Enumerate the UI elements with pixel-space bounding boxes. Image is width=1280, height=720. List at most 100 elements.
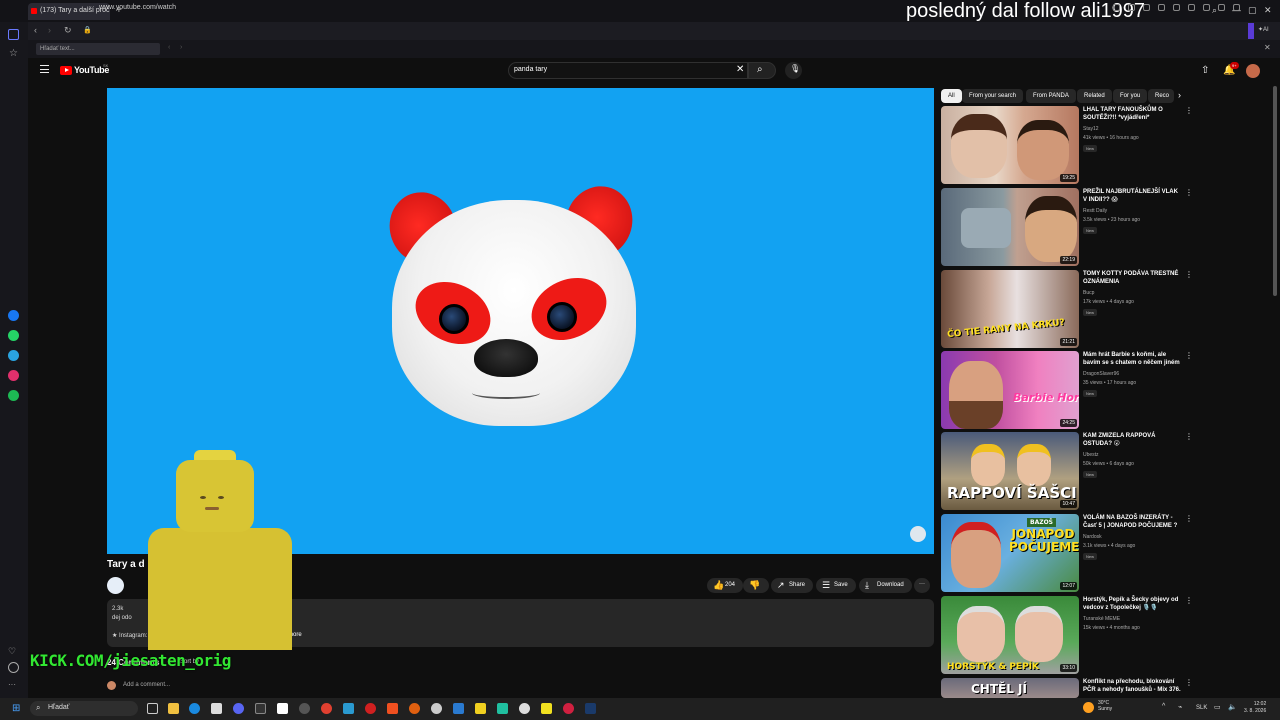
- more-options-icon[interactable]: ⋮: [1185, 514, 1193, 523]
- more-options-icon[interactable]: ⋮: [1185, 678, 1193, 687]
- add-comment-input[interactable]: Add a comment...: [123, 682, 170, 688]
- heart-icon[interactable]: [1188, 4, 1195, 11]
- more-actions-button[interactable]: ···: [914, 578, 930, 593]
- channel-name[interactable]: Bucp: [1083, 290, 1094, 296]
- dislike-button[interactable]: 👎: [743, 578, 769, 593]
- video-thumbnail[interactable]: BAZOŠ JONAPOD POČUJEME 12:07: [941, 514, 1079, 592]
- extension-icon[interactable]: [1158, 4, 1165, 11]
- home-icon[interactable]: [8, 29, 19, 40]
- download-button[interactable]: ⤓ Download: [859, 578, 912, 593]
- tray-chevron-icon[interactable]: ^: [1162, 703, 1165, 710]
- windows-start-icon[interactable]: ⊞: [12, 703, 20, 714]
- weather-widget[interactable]: 30°C Sunny: [1098, 700, 1112, 712]
- menu-icon[interactable]: [1218, 4, 1225, 11]
- maximize-icon[interactable]: ▢: [1248, 5, 1257, 16]
- video-thumbnail[interactable]: CHTĚL JÍ: [941, 678, 1079, 698]
- forward-icon[interactable]: ›: [48, 25, 51, 35]
- close-window-icon[interactable]: ✕: [1264, 5, 1272, 16]
- video-thumbnail[interactable]: Barbie Horse Trails 24:25: [941, 351, 1079, 429]
- extension-icon[interactable]: [1143, 4, 1150, 11]
- url-field[interactable]: www.youtube.com/watch: [99, 4, 176, 11]
- tab-youtube[interactable]: (173) Tary a další proč: [28, 3, 110, 20]
- volume-icon[interactable]: 🔈: [1228, 703, 1237, 711]
- extension-icon[interactable]: [1173, 4, 1180, 11]
- capcut-icon[interactable]: [277, 703, 288, 714]
- video-title[interactable]: LHAL TARY FANOUŠKŮM O SOUTĚŽI?!! *vyjádř…: [1083, 106, 1183, 122]
- channel-name[interactable]: Stay12: [1083, 126, 1099, 132]
- opera-icon[interactable]: [365, 703, 376, 714]
- camera-icon[interactable]: [1128, 4, 1135, 11]
- channel-name[interactable]: Turanské MEME: [1083, 616, 1120, 622]
- find-next-icon[interactable]: ›: [180, 44, 182, 51]
- chip-related[interactable]: Related: [1077, 89, 1112, 103]
- recommendation-item[interactable]: 22:19 PREŽIL NAJBRUTÁLNEJŠÍ VLAK V INDII…: [941, 188, 1261, 268]
- find-input[interactable]: Hľadať text...: [36, 43, 160, 55]
- chip-from-panda[interactable]: From PANDA: [1026, 89, 1076, 103]
- task-view-icon[interactable]: [147, 703, 158, 714]
- youtube-logo-icon[interactable]: [60, 66, 72, 75]
- recommendation-item[interactable]: 19:25 LHAL TARY FANOUŠKŮM O SOUTĚŽI?!! *…: [941, 106, 1261, 186]
- close-find-icon[interactable]: ✕: [1264, 43, 1271, 52]
- more-options-icon[interactable]: ⋮: [1185, 188, 1193, 197]
- app-icon[interactable]: [409, 703, 420, 714]
- more-options-icon[interactable]: ⋮: [1185, 106, 1193, 115]
- app-icon[interactable]: [453, 703, 464, 714]
- video-title[interactable]: Konflikt na přechodu, blokování PČR a ne…: [1083, 678, 1183, 694]
- back-icon[interactable]: ‹: [34, 25, 37, 35]
- spotify-icon[interactable]: [8, 390, 19, 401]
- channel-avatar[interactable]: [107, 577, 124, 594]
- obs-icon[interactable]: [299, 703, 310, 714]
- chrome-icon[interactable]: [321, 703, 332, 714]
- user-avatar[interactable]: [1246, 64, 1260, 78]
- reload-icon[interactable]: ↻: [64, 25, 72, 36]
- history-icon[interactable]: [8, 662, 19, 673]
- clear-search-icon[interactable]: ✕: [736, 64, 744, 75]
- upload-icon[interactable]: ⇧: [1201, 65, 1209, 76]
- hamburger-menu-icon[interactable]: [40, 65, 49, 73]
- channel-name[interactable]: Nardosk: [1083, 534, 1102, 540]
- video-title[interactable]: VOLÁM NA BAZOŠ INZERÁTY - Časť 5 | JONAP…: [1083, 514, 1183, 530]
- more-options-icon[interactable]: ⋮: [1185, 596, 1193, 605]
- app-icon[interactable]: [563, 703, 574, 714]
- app-icon[interactable]: [541, 703, 552, 714]
- app-icon[interactable]: [519, 703, 530, 714]
- sticky-notes-icon[interactable]: [475, 703, 486, 714]
- aria-icon[interactable]: ✦AI: [1258, 26, 1269, 33]
- chip-for-you[interactable]: For you: [1113, 89, 1148, 103]
- recommendation-item[interactable]: Barbie Horse Trails 24:25 Mám hrát Barbi…: [941, 351, 1261, 431]
- taskbar-search[interactable]: ⌕ Hľadať: [30, 701, 138, 716]
- search-tabs-icon[interactable]: ⌕: [1212, 5, 1217, 16]
- recommendation-item[interactable]: RAPPOVÍ ŠAŠCI 10:47 KAM ZMIZELA RAPPOVÁ …: [941, 432, 1261, 512]
- video-title[interactable]: TOMY KOTTY PODÁVA TRESTNÉ OZNÁMENIA: [1083, 270, 1183, 286]
- whatsapp-icon[interactable]: [8, 330, 19, 341]
- video-thumbnail[interactable]: HORSTÝK & PEPÍK 33:10: [941, 596, 1079, 674]
- video-thumbnail[interactable]: RAPPOVÍ ŠAŠCI 10:47: [941, 432, 1079, 510]
- chip-recommended[interactable]: Reco: [1148, 89, 1174, 103]
- messenger-icon[interactable]: [8, 310, 19, 321]
- edge-icon[interactable]: [189, 703, 200, 714]
- app-icon[interactable]: [255, 703, 266, 714]
- channel-name[interactable]: Ubestz: [1083, 452, 1099, 458]
- brave-icon[interactable]: [387, 703, 398, 714]
- video-thumbnail[interactable]: 22:19: [941, 188, 1079, 266]
- file-explorer-icon[interactable]: [168, 703, 179, 714]
- more-options-icon[interactable]: ⋮: [1185, 432, 1193, 441]
- like-button[interactable]: 👍 204: [707, 578, 744, 593]
- channel-name[interactable]: DragonSlaver96: [1083, 371, 1119, 377]
- voice-search-button[interactable]: 🎙: [785, 62, 802, 79]
- video-title[interactable]: Horstýk, Pepík a Šecky objevy od vedcov …: [1083, 596, 1183, 612]
- channel-name[interactable]: Restt Daily: [1083, 208, 1107, 214]
- recommendation-item[interactable]: CHTĚL JÍ Konflikt na přechodu, blokování…: [941, 678, 1261, 698]
- video-thumbnail[interactable]: ČO TIE RANY NA KRKU? 21:21: [941, 270, 1079, 348]
- share-button[interactable]: ↗ Share: [771, 578, 814, 593]
- chevron-right-icon[interactable]: ›: [1178, 90, 1181, 100]
- star-icon[interactable]: ☆: [9, 48, 20, 59]
- video-title[interactable]: PREŽIL NAJBRUTÁLNEJŠÍ VLAK V INDII?? 😱: [1083, 188, 1183, 204]
- store-icon[interactable]: [211, 703, 222, 714]
- save-button[interactable]: ☰ Save: [816, 578, 856, 593]
- recommendation-item[interactable]: BAZOŠ JONAPOD POČUJEME 12:07 VOLÁM NA BA…: [941, 514, 1261, 594]
- find-prev-icon[interactable]: ‹: [168, 44, 170, 51]
- chip-from-your-search[interactable]: From your search: [962, 89, 1024, 103]
- extension-icon[interactable]: [1113, 4, 1120, 11]
- page-scrollbar[interactable]: [1273, 86, 1277, 296]
